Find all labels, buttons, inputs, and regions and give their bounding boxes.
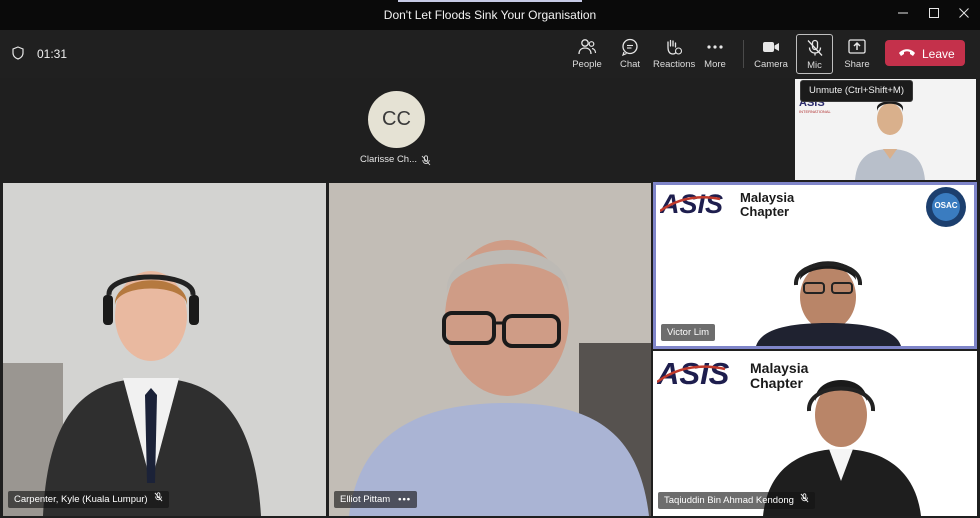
participant-video (3, 183, 326, 516)
share-label: Share (844, 59, 870, 70)
people-label: People (572, 59, 602, 70)
people-icon (578, 39, 597, 55)
participant-name: Carpenter, Kyle (Kuala Lumpur) (14, 494, 148, 506)
camera-label: Camera (754, 59, 788, 70)
more-label: More (704, 59, 726, 70)
mic-off-icon (807, 39, 822, 56)
mic-muted-icon (421, 153, 431, 171)
chapter-line-1: Malaysia (740, 190, 795, 205)
minimize-icon[interactable] (892, 4, 914, 24)
more-options-icon[interactable]: ••• (398, 494, 411, 505)
shield-icon (12, 46, 24, 65)
toolbar-divider (743, 40, 744, 68)
chapter-title: Malaysia Chapter (750, 361, 808, 391)
participant-name-tag: Victor Lim (661, 324, 716, 341)
participant-video (329, 183, 651, 516)
more-icon (707, 45, 723, 49)
chapter-line-2: Chapter (750, 375, 803, 391)
leave-label: Leave (922, 47, 955, 61)
chat-icon (622, 38, 638, 56)
mic-label: Mic (807, 60, 822, 71)
close-icon[interactable] (953, 4, 975, 24)
video-tile[interactable]: Carpenter, Kyle (Kuala Lumpur) (3, 183, 326, 516)
camera-icon (763, 42, 779, 52)
participant-name: Elliot Pittam (340, 494, 391, 505)
leave-button[interactable]: Leave (885, 40, 965, 66)
video-tile[interactable]: ASIS Malaysia Chapter Taqiuddin Bin Ahma… (653, 351, 977, 516)
title-bar: Don't Let Floods Sink Your Organisation (0, 0, 980, 30)
participant-name-tag: Elliot Pittam ••• (334, 491, 418, 508)
raise-hand-icon (667, 39, 683, 55)
mic-button[interactable]: Mic (796, 34, 833, 74)
chapter-line-1: Malaysia (750, 360, 809, 376)
people-button[interactable]: People (567, 36, 607, 72)
chapter-line-2: Chapter (740, 204, 790, 219)
share-button[interactable]: Share (837, 36, 877, 72)
avatar[interactable]: CC (368, 91, 425, 148)
asis-logo: ASIS (659, 189, 736, 228)
video-tile-active-speaker[interactable]: ASIS Malaysia Chapter OSAC Victor Lim (653, 182, 977, 349)
chapter-title: Malaysia Chapter (740, 191, 794, 219)
reactions-button[interactable]: Reactions (653, 36, 696, 72)
mic-tooltip: Unmute (Ctrl+Shift+M) (800, 80, 913, 102)
mic-muted-icon (800, 492, 809, 509)
phone-hangup-icon (899, 49, 915, 56)
asis-logo: ASIS (656, 356, 743, 400)
title-accent-bar (398, 0, 582, 2)
share-icon (848, 39, 866, 54)
osac-badge: OSAC (934, 201, 958, 210)
camera-button[interactable]: Camera (751, 36, 791, 72)
avatar-participant-name: Clarisse Ch... (360, 154, 418, 165)
svg-text:INTERNATIONAL: INTERNATIONAL (799, 109, 831, 114)
mic-muted-icon (154, 491, 163, 508)
meeting-timer: 01:31 (37, 47, 68, 61)
participant-name: Victor Lim (667, 327, 710, 338)
chat-label: Chat (619, 59, 641, 70)
participant-name-tag: Carpenter, Kyle (Kuala Lumpur) (8, 491, 169, 508)
more-button[interactable]: More (695, 36, 735, 72)
maximize-icon[interactable] (923, 4, 945, 24)
meeting-toolbar: 01:31 People Chat Reactions More Camera … (0, 30, 980, 78)
reactions-label: Reactions (653, 59, 696, 70)
participant-name-tag: Taqiuddin Bin Ahmad Kendong (658, 492, 815, 509)
window-title: Don't Let Floods Sink Your Organisation (383, 8, 597, 22)
chat-button[interactable]: Chat (610, 36, 650, 72)
participant-name: Taqiuddin Bin Ahmad Kendong (664, 495, 794, 507)
video-tile[interactable]: Elliot Pittam ••• (329, 183, 651, 516)
